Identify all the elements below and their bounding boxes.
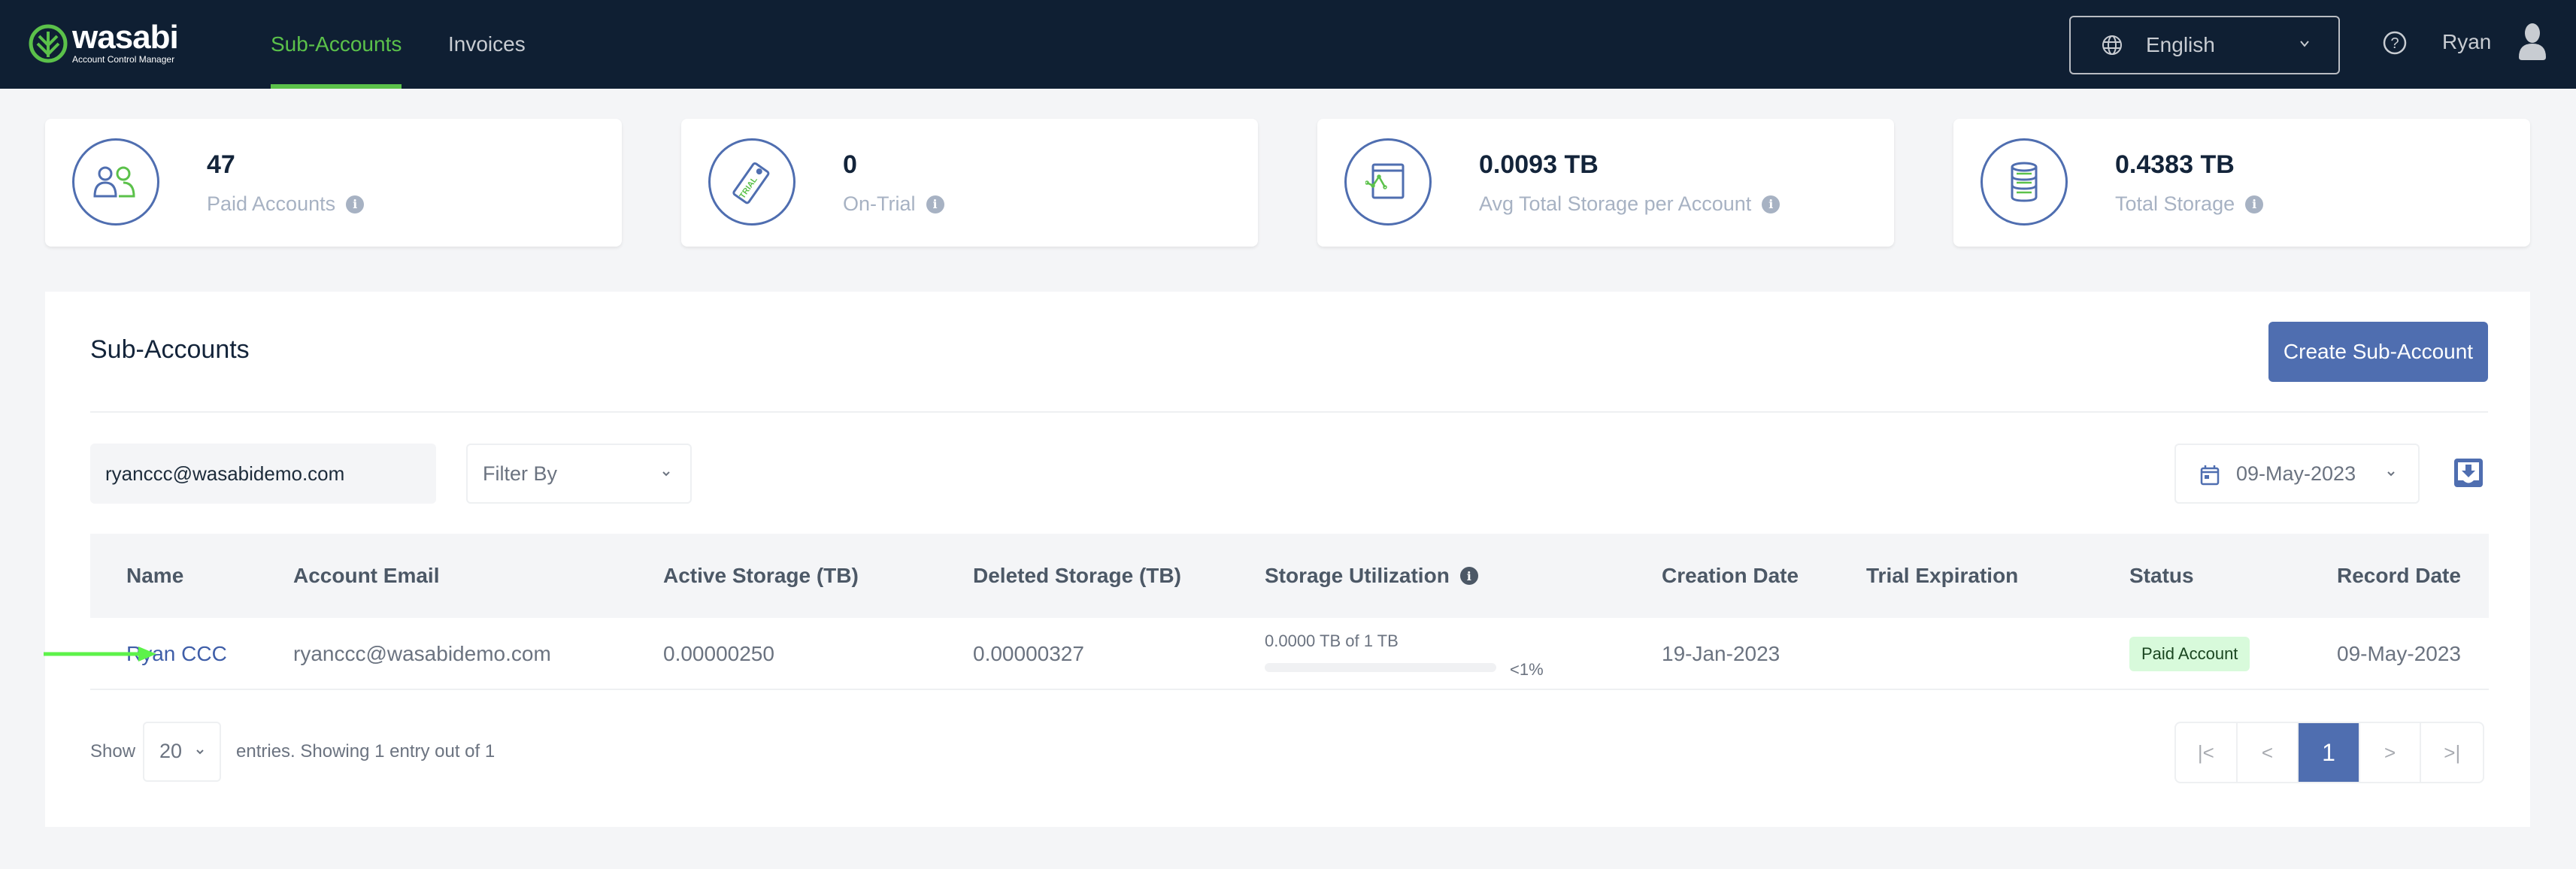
user-avatar-icon[interactable] xyxy=(2517,23,2547,60)
active-storage: 0.00000250 xyxy=(663,642,774,665)
calendar-icon xyxy=(2200,465,2220,486)
column-header-creation-date[interactable]: Creation Date xyxy=(1662,534,1799,618)
chevron-down-icon xyxy=(2300,41,2309,47)
database-icon xyxy=(2011,162,2038,202)
annotation-arrow-icon xyxy=(44,646,156,662)
column-header-name[interactable]: Name xyxy=(126,534,183,618)
date-picker[interactable]: 09-May-2023 xyxy=(2174,444,2420,504)
chevron-down-icon xyxy=(196,749,204,755)
trial-tag-icon: TRIAL xyxy=(732,162,770,204)
users-icon xyxy=(93,166,135,198)
svg-text:?: ? xyxy=(2390,35,2399,52)
utilization-percent: <1% xyxy=(1510,660,1544,679)
stat-value: 47 xyxy=(207,150,235,179)
divider xyxy=(90,411,2488,413)
column-header-trial-expiration[interactable]: Trial Expiration xyxy=(1866,534,2018,618)
help-icon[interactable]: ? xyxy=(2382,30,2408,56)
utilization-bar xyxy=(1265,663,1496,672)
info-icon[interactable]: i xyxy=(346,195,365,213)
column-header-record-date[interactable]: Record Date xyxy=(2337,534,2461,618)
column-header-email[interactable]: Account Email xyxy=(293,534,439,618)
table-header: Name Account Email Active Storage (TB) D… xyxy=(90,534,2489,618)
panel-title: Sub-Accounts xyxy=(90,335,250,364)
first-page-button[interactable]: |< xyxy=(2176,723,2238,782)
chart-window-icon xyxy=(1365,163,1405,199)
column-header-deleted-storage[interactable]: Deleted Storage (TB) xyxy=(973,534,1181,618)
svg-text:TRIAL: TRIAL xyxy=(738,175,759,201)
status-badge: Paid Account xyxy=(2129,637,2250,671)
language-label: English xyxy=(2146,33,2215,56)
table-row: Ryan CCC ryanccc@wasabidemo.com 0.000002… xyxy=(90,618,2489,690)
deleted-storage: 0.00000327 xyxy=(973,642,1084,665)
utilization-text: 0.0000 TB of 1 TB xyxy=(1265,631,1399,650)
filter-by-label: Filter By xyxy=(483,462,558,485)
next-page-button[interactable]: > xyxy=(2360,723,2422,782)
active-tab-indicator xyxy=(271,84,402,89)
date-label: 09-May-2023 xyxy=(2236,462,2356,485)
tab-invoices-label: Invoices xyxy=(448,32,526,56)
chevron-down-icon xyxy=(662,471,670,477)
stat-card-on-trial: TRIAL 0 On-Trial i xyxy=(681,119,1258,247)
language-select[interactable]: English xyxy=(2069,16,2340,74)
creation-date: 19-Jan-2023 xyxy=(1662,642,1780,665)
prev-page-button[interactable]: < xyxy=(2238,723,2299,782)
logo-wordmark: wasabi xyxy=(72,19,179,56)
sub-accounts-panel: Sub-Accounts Create Sub-Account Filter B… xyxy=(45,292,2530,827)
stat-value: 0.0093 TB xyxy=(1479,150,1599,179)
tab-sub-accounts[interactable]: Sub-Accounts xyxy=(271,0,402,89)
column-header-label: Storage Utilization xyxy=(1265,564,1450,587)
tab-sub-accounts-label: Sub-Accounts xyxy=(271,32,402,56)
page-size-select[interactable]: 20 xyxy=(143,722,221,782)
stat-card-total-storage: 0.4383 TB Total Storage i xyxy=(1953,119,2530,247)
info-icon[interactable]: i xyxy=(2245,195,2264,213)
show-label: Show xyxy=(90,741,136,762)
globe-icon xyxy=(2102,35,2122,55)
create-sub-account-button[interactable]: Create Sub-Account xyxy=(2268,322,2488,382)
storage-utilization: 0.0000 TB of 1 TB <1% xyxy=(1265,618,1580,690)
chevron-down-icon xyxy=(2387,471,2395,477)
column-header-active-storage[interactable]: Active Storage (TB) xyxy=(663,534,859,618)
wasabi-logo[interactable]: wasabi Account Control Manager xyxy=(29,19,179,65)
logo-subtitle: Account Control Manager xyxy=(72,54,175,65)
info-icon[interactable]: i xyxy=(1762,195,1780,213)
stat-label: On-Trial xyxy=(843,192,916,215)
user-name[interactable]: Ryan xyxy=(2442,30,2491,54)
download-icon[interactable] xyxy=(2454,459,2483,487)
stat-label: Avg Total Storage per Account xyxy=(1479,192,1752,215)
account-email: ryanccc@wasabidemo.com xyxy=(293,642,551,665)
page-button-current[interactable]: 1 xyxy=(2299,723,2360,782)
stat-value: 0.4383 TB xyxy=(2115,150,2235,179)
stat-value: 0 xyxy=(843,150,857,179)
stat-card-paid-accounts: 47 Paid Accounts i xyxy=(45,119,622,247)
info-icon[interactable]: i xyxy=(926,195,944,213)
wasabi-logo-icon xyxy=(29,24,68,63)
column-header-storage-utilization[interactable]: Storage Utilization i xyxy=(1265,534,1478,618)
stat-label: Total Storage xyxy=(2115,192,2235,215)
stat-card-avg-storage: 0.0093 TB Avg Total Storage per Account … xyxy=(1317,119,1894,247)
column-header-status[interactable]: Status xyxy=(2129,534,2194,618)
page-size-value: 20 xyxy=(159,740,183,762)
info-icon[interactable]: i xyxy=(1459,567,1478,585)
stat-label: Paid Accounts xyxy=(207,192,336,215)
search-input[interactable] xyxy=(90,444,436,504)
record-date: 09-May-2023 xyxy=(2337,642,2461,665)
last-page-button[interactable]: >| xyxy=(2421,723,2483,782)
top-nav-bar: wasabi Account Control Manager Sub-Accou… xyxy=(0,0,2576,89)
tab-invoices[interactable]: Invoices xyxy=(448,0,526,89)
entries-info: entries. Showing 1 entry out of 1 xyxy=(236,741,496,762)
filter-by-select[interactable]: Filter By xyxy=(466,444,692,504)
pagination: |< < 1 > >| xyxy=(2174,722,2484,783)
